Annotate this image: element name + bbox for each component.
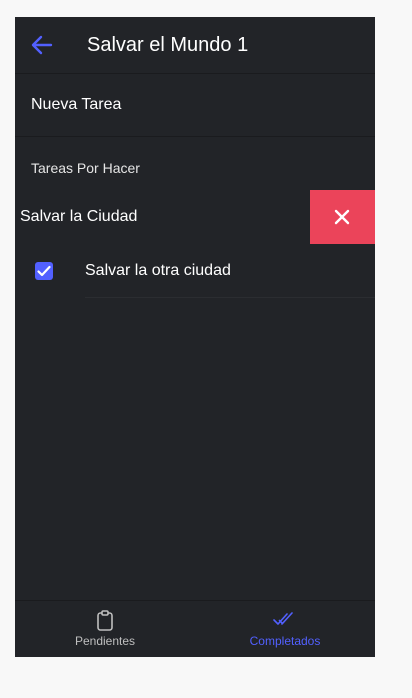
close-icon [334,209,350,225]
app-screen: Salvar el Mundo 1 Tareas Por Hacer Salva… [15,17,375,657]
tab-pendientes[interactable]: Pendientes [15,601,195,657]
task-item[interactable]: Salvar la Ciudad [15,190,310,244]
delete-option-button[interactable] [310,190,375,244]
sliding-task-row[interactable]: Salvar la Ciudad [15,190,375,244]
section-header: Tareas Por Hacer [31,160,140,176]
done-all-icon [273,612,293,625]
tab-label: Pendientes [74,634,136,648]
toolbar: Salvar el Mundo 1 [15,17,375,74]
new-task-input[interactable] [31,90,351,120]
completed-task-item[interactable]: Salvar la otra ciudad [15,244,375,298]
tab-bar: Pendientes Completados [15,600,375,657]
page-title: Salvar el Mundo 1 [87,34,249,56]
new-task-item [15,74,375,137]
task-checkbox[interactable] [35,262,53,280]
task-label: Salvar la otra ciudad [85,262,231,279]
checkmark-icon [37,265,51,277]
task-label: Salvar la Ciudad [20,208,138,225]
clipboard-icon [97,610,113,631]
divider [85,297,375,298]
arrow-back-icon [31,35,53,55]
tab-completados[interactable]: Completados [195,601,375,657]
back-button[interactable] [29,33,55,57]
tab-label: Completados [249,634,321,648]
